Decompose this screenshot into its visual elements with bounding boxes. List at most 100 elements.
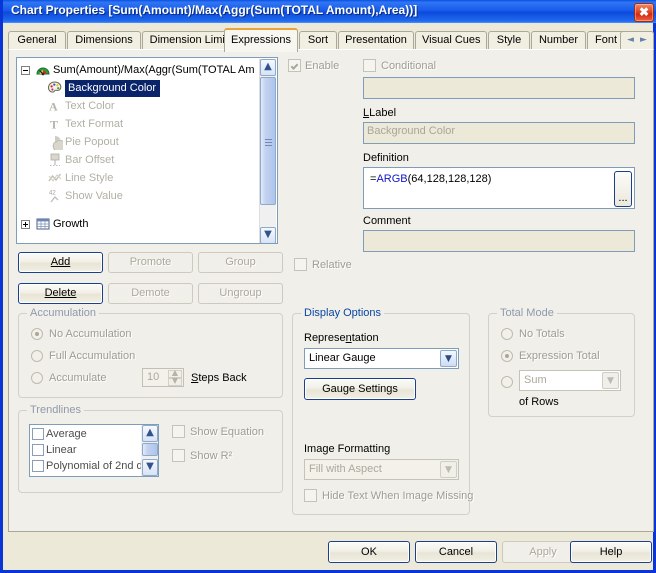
svg-text:42: 42 (49, 191, 56, 197)
tree-node-label: Sum(Amount)/Max(Aggr(Sum(TOTAL Am (53, 64, 255, 76)
accumulate-radio[interactable] (31, 372, 43, 384)
tree-node-label: Growth (53, 218, 89, 230)
representation-value: Linear Gauge (309, 352, 376, 364)
image-formatting-select[interactable]: Fill with Aspect ▼ (304, 459, 459, 480)
grid-icon (35, 216, 51, 232)
stepper-buttons[interactable]: ▲ ▼ (168, 368, 182, 386)
total-mode-title: Total Mode (497, 307, 557, 319)
show-r2-label: Show R² (190, 450, 233, 462)
delete-button-label: Delete (44, 287, 77, 299)
trendline-item[interactable]: Linear (46, 442, 77, 458)
total-mode-group: Total Mode No Totals Expression Total Su… (488, 307, 635, 417)
trendline-item[interactable]: Average (46, 426, 87, 442)
display-options-group: Display Options Representation Linear Ga… (292, 307, 474, 515)
enable-checkbox[interactable] (288, 59, 301, 72)
tree-node-label: Pie Popout (65, 136, 119, 148)
chevron-down-icon: ▼ (264, 229, 272, 240)
stepper-down-button[interactable]: ▼ (168, 376, 182, 386)
tab-scroll-buttons[interactable]: ◄ ► (620, 31, 654, 50)
text-color-icon: A (47, 98, 63, 114)
image-formatting-caption: Image Formatting (304, 443, 391, 455)
full-accumulation-radio[interactable] (31, 350, 43, 362)
comment-input[interactable] (363, 230, 635, 252)
no-accumulation-label: No Accumulation (49, 328, 132, 340)
aggregation-select[interactable]: Sum ▼ (519, 370, 621, 391)
definition-caption: Definition (363, 152, 409, 164)
hide-text-checkbox[interactable] (304, 489, 317, 502)
definition-text: =ARGB(64,128,128,128) (370, 173, 491, 185)
tree-expander-expand[interactable] (21, 220, 30, 229)
delete-button[interactable]: Delete (18, 283, 103, 304)
definition-args: (64,128,128,128) (407, 173, 492, 185)
tab-presentation[interactable]: Presentation (338, 31, 414, 50)
cancel-button[interactable]: Cancel (415, 541, 497, 563)
trendline-checkbox[interactable] (32, 460, 44, 472)
conditional-input[interactable] (363, 77, 635, 99)
trendline-item[interactable]: Polynomial of 3rd d (46, 474, 140, 476)
ok-button[interactable]: OK (328, 541, 410, 563)
tab-style[interactable]: Style (488, 31, 530, 50)
aggregation-value: Sum (524, 374, 547, 386)
tab-sort[interactable]: Sort (299, 31, 337, 50)
label-input[interactable]: Background Color (363, 122, 635, 144)
demote-button[interactable]: Demote (108, 283, 193, 304)
tab-number[interactable]: Number (531, 31, 586, 50)
hide-text-label: Hide Text When Image Missing (322, 490, 474, 502)
trendlines-listbox[interactable]: Average Linear Polynomial of 2nd d Polyn… (29, 424, 159, 477)
scroll-up-button[interactable]: ▲ (260, 59, 276, 76)
representation-select[interactable]: Linear Gauge ▼ (304, 348, 459, 369)
show-equation-checkbox[interactable] (172, 425, 185, 438)
relative-checkbox[interactable] (294, 258, 307, 271)
expression-tree[interactable]: Sum(Amount)/Max(Aggr(Sum(TOTAL Am Backgr… (16, 57, 278, 244)
no-totals-radio[interactable] (501, 328, 513, 340)
scrollbar-thumb[interactable] (260, 77, 276, 205)
scrollbar-thumb[interactable] (142, 443, 158, 456)
scroll-down-button[interactable]: ▼ (142, 459, 158, 476)
no-accumulation-radio[interactable] (31, 328, 43, 340)
aggregation-radio[interactable] (501, 376, 513, 388)
scroll-down-button[interactable]: ▼ (260, 227, 276, 243)
image-formatting-value: Fill with Aspect (309, 463, 382, 475)
ungroup-button[interactable]: Ungroup (198, 283, 283, 304)
gauge-settings-button[interactable]: Gauge Settings (304, 378, 416, 400)
definition-browse-button[interactable]: ... (614, 171, 632, 207)
show-r2-checkbox[interactable] (172, 449, 185, 462)
definition-input[interactable]: =ARGB(64,128,128,128) ... (363, 167, 635, 209)
conditional-checkbox[interactable] (363, 59, 376, 72)
expression-total-radio[interactable] (501, 350, 513, 362)
tab-general[interactable]: General (8, 31, 66, 50)
steps-back-stepper[interactable]: 10 ▲ ▼ (142, 368, 184, 387)
tab-strip: General Dimensions Dimension Limits Expr… (8, 28, 654, 52)
help-button[interactable]: Help (570, 541, 652, 563)
chevron-right-icon[interactable]: ► (640, 35, 647, 46)
promote-button[interactable]: Promote (108, 252, 193, 273)
conditional-label: Conditional (381, 60, 437, 72)
trendline-item[interactable]: Polynomial of 2nd d (46, 458, 143, 474)
scroll-up-button[interactable]: ▲ (142, 425, 158, 442)
chevron-down-icon[interactable]: ▼ (602, 372, 619, 389)
chevron-down-icon[interactable]: ▼ (440, 350, 457, 367)
tree-node-label: Line Style (65, 172, 114, 184)
tree-expander-collapse[interactable] (21, 66, 30, 75)
title-bar: Chart Properties [Sum(Amount)/Max(Aggr(S… (3, 0, 656, 23)
add-button[interactable]: Add (18, 252, 103, 273)
chevron-down-icon[interactable]: ▼ (440, 461, 457, 478)
enable-label: Enable (305, 60, 340, 72)
window-title: Chart Properties [Sum(Amount)/Max(Aggr(S… (11, 3, 418, 17)
tab-visual-cues[interactable]: Visual Cues (415, 31, 487, 50)
tree-scrollbar[interactable]: ▲ ▼ (259, 59, 276, 243)
trendline-checkbox[interactable] (32, 444, 44, 456)
group-button[interactable]: Group (198, 252, 283, 273)
chevron-left-icon[interactable]: ◄ (627, 35, 634, 46)
svg-text:T: T (50, 118, 58, 132)
trendlines-group: Trendlines Average Linear Polynomial of … (18, 404, 283, 493)
tab-expressions[interactable]: Expressions (224, 28, 298, 52)
tree-node-label: Show Value (65, 190, 123, 202)
trendline-checkbox[interactable] (32, 476, 44, 477)
relative-label: Relative (312, 259, 352, 271)
steps-back-label: Steps Back (191, 372, 247, 384)
trendline-checkbox[interactable] (32, 428, 44, 440)
close-button[interactable]: ✖ (634, 3, 654, 22)
trendlines-scrollbar[interactable]: ▲ ▼ (141, 425, 158, 476)
tab-dimensions[interactable]: Dimensions (67, 31, 141, 50)
